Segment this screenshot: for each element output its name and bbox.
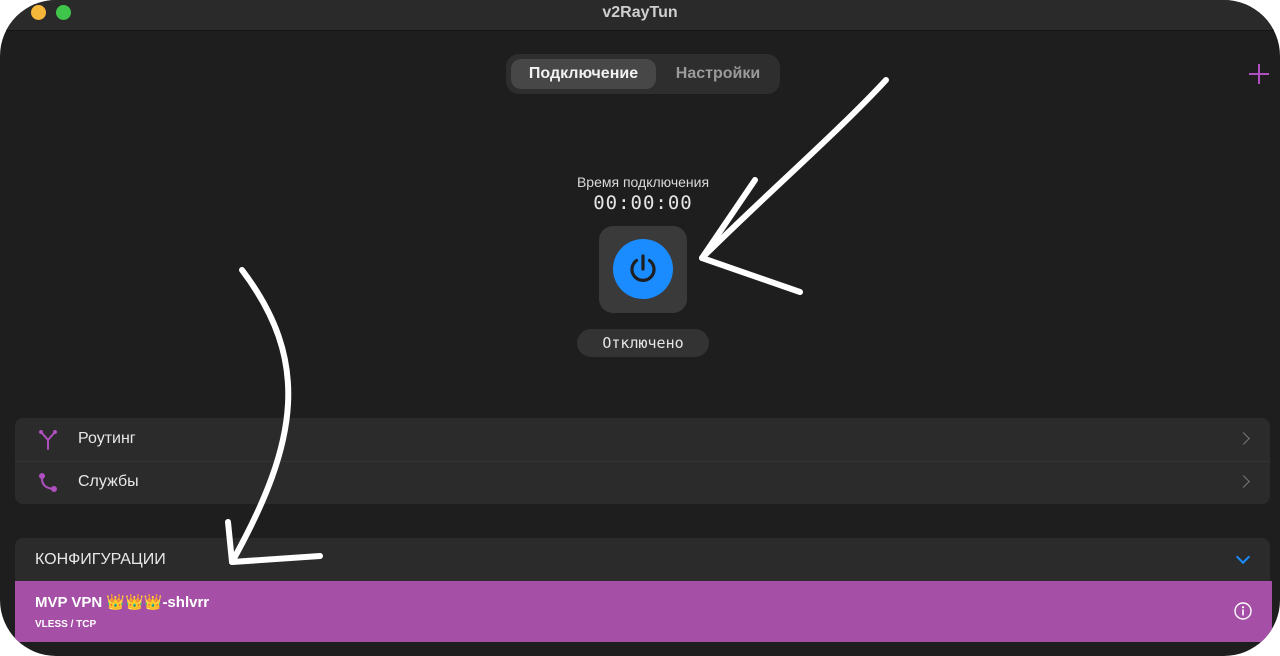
power-button-container (599, 226, 687, 313)
connection-time-label: Время подключения (576, 174, 710, 190)
services-icon (39, 473, 57, 492)
tab-settings[interactable]: Настройки (661, 59, 775, 89)
connection-timer: 00:00:00 (593, 192, 693, 214)
chevron-down-icon[interactable] (1235, 549, 1251, 565)
add-config-button[interactable] (1249, 64, 1269, 84)
arrow-to-config-item (225, 267, 323, 565)
menu-item-services[interactable]: Службы (15, 461, 1270, 504)
connection-status: Отключено (577, 329, 709, 357)
power-icon (630, 254, 656, 282)
chevron-right-icon (1237, 475, 1250, 488)
configs-title: КОНФИГУРАЦИИ (35, 551, 166, 568)
tab-connection[interactable]: Подключение (511, 59, 656, 89)
config-protocol: VLESS / TCP (35, 619, 97, 630)
tab-switcher: Подключение Настройки (506, 54, 780, 94)
app-window: v2RayTun Подключение Настройки Время под… (0, 0, 1280, 656)
menu-item-routing[interactable]: Роутинг (15, 418, 1270, 462)
configs-header[interactable]: КОНФИГУРАЦИИ (15, 538, 1270, 581)
menu-item-label: Роутинг (78, 430, 136, 447)
window-title: v2RayTun (602, 4, 678, 21)
info-icon[interactable] (1234, 602, 1252, 620)
config-item[interactable]: MVP VPN 👑👑👑-shlvrr VLESS / TCP (15, 581, 1272, 642)
config-name: MVP VPN 👑👑👑-shlvrr (35, 594, 210, 611)
power-button[interactable] (613, 239, 673, 299)
chevron-right-icon (1237, 432, 1250, 445)
menu-list: Роутинг Службы (15, 418, 1270, 504)
menu-item-label: Службы (78, 473, 139, 490)
routing-icon (39, 430, 57, 450)
title-bar: v2RayTun (0, 0, 1280, 31)
